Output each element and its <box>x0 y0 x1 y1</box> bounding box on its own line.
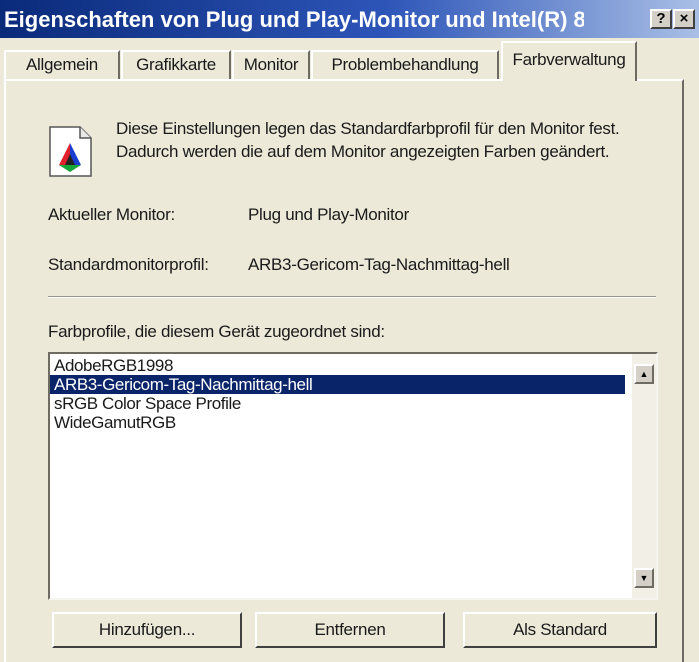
profile-item-arb3-gericom[interactable]: ARB3-Gericom-Tag-Nachmittag-hell <box>50 375 625 394</box>
window-title: Eigenschaften von Plug und Play-Monitor … <box>4 7 584 32</box>
tab-allgemein[interactable]: Allgemein <box>4 50 120 80</box>
current-monitor-label: Aktueller Monitor: <box>48 205 175 224</box>
profile-list-label: Farbprofile, die diesem Gerät zugeordnet… <box>48 322 385 341</box>
profile-item-widegamutrgb[interactable]: WideGamutRGB <box>50 413 630 432</box>
profile-listbox[interactable]: AdobeRGB1998 ARB3-Gericom-Tag-Nachmittag… <box>48 352 658 600</box>
profile-item-adobergb1998[interactable]: AdobeRGB1998 <box>50 356 630 375</box>
scroll-up-icon[interactable]: ▲ <box>634 364 654 384</box>
default-profile-label: Standardmonitorprofil: <box>48 255 209 274</box>
remove-button[interactable]: Entfernen <box>255 612 445 648</box>
current-monitor-value: Plug und Play-Monitor <box>248 205 409 224</box>
close-button[interactable]: × <box>673 9 695 29</box>
color-profile-icon <box>49 126 92 177</box>
tab-grafikkarte[interactable]: Grafikkarte <box>121 50 231 80</box>
profile-item-srgb[interactable]: sRGB Color Space Profile <box>50 394 630 413</box>
title-bar: Eigenschaften von Plug und Play-Monitor … <box>0 0 699 38</box>
tab-monitor[interactable]: Monitor <box>232 50 310 80</box>
vertical-scrollbar[interactable]: ▲ ▼ <box>632 354 656 598</box>
tab-farbverwaltung[interactable]: Farbverwaltung <box>501 41 637 81</box>
scroll-down-icon[interactable]: ▼ <box>634 568 654 588</box>
description-text: Diese Einstellungen legen das Standardfa… <box>116 119 620 161</box>
set-default-button[interactable]: Als Standard <box>463 612 657 648</box>
separator <box>48 296 656 298</box>
add-button[interactable]: Hinzufügen... <box>52 612 242 648</box>
help-button[interactable]: ? <box>650 9 672 29</box>
default-profile-value: ARB3-Gericom-Tag-Nachmittag-hell <box>248 255 510 274</box>
tab-problembehandlung[interactable]: Problembehandlung <box>311 50 499 80</box>
